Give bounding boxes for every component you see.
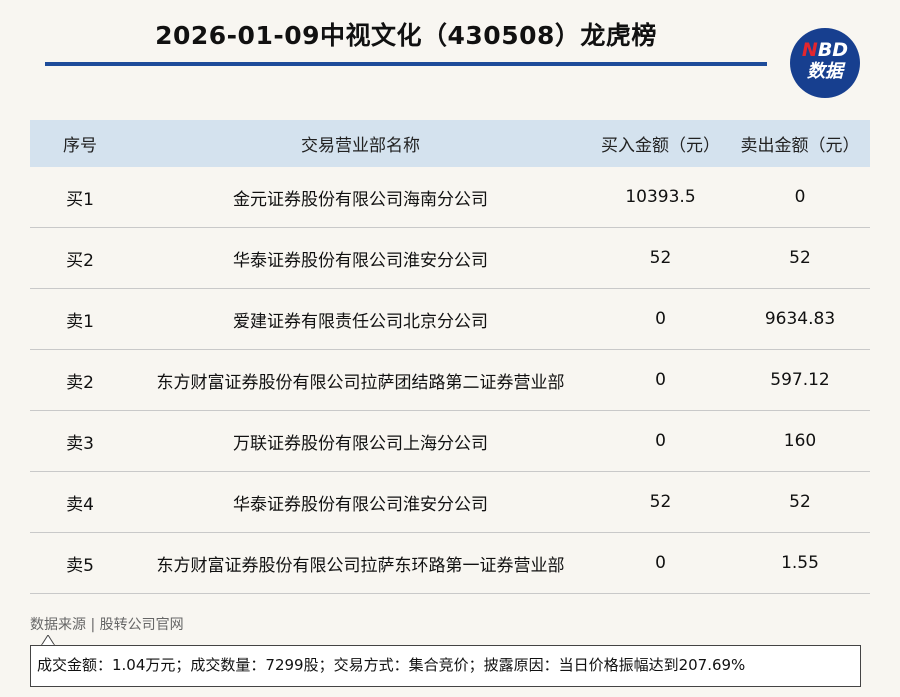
buy-amount: 0: [591, 532, 730, 594]
branch-name: 金元证券股份有限公司海南分公司: [130, 167, 591, 228]
table-row: 卖4 华泰证券股份有限公司淮安分公司 52 52: [30, 471, 870, 533]
table-row: 卖2 东方财富证券股份有限公司拉萨团结路第二证券营业部 0 597.12: [30, 349, 870, 411]
header-index: 序号: [30, 120, 130, 167]
row-index: 卖1: [30, 288, 130, 350]
branch-name: 东方财富证券股份有限公司拉萨团结路第二证券营业部: [130, 349, 591, 411]
sell-amount: 0: [730, 167, 870, 228]
buy-amount: 0: [591, 349, 730, 411]
branch-name: 华泰证券股份有限公司淮安分公司: [130, 471, 591, 533]
row-index: 卖2: [30, 349, 130, 411]
buy-amount: 10393.5: [591, 167, 730, 228]
sell-amount: 52: [730, 471, 870, 533]
title-underline: [45, 62, 767, 66]
logo-bd: BD: [817, 39, 849, 61]
row-index: 卖3: [30, 410, 130, 472]
buy-amount: 0: [591, 288, 730, 350]
row-index: 买1: [30, 167, 130, 228]
buy-amount: 0: [591, 410, 730, 472]
header-buy-amount: 买入金额（元）: [591, 120, 730, 167]
sell-amount: 1.55: [730, 532, 870, 594]
table-row: 卖1 爱建证券有限责任公司北京分公司 0 9634.83: [30, 288, 870, 350]
row-index: 卖4: [30, 471, 130, 533]
table-row: 买1 金元证券股份有限公司海南分公司 10393.5 0: [30, 167, 870, 228]
sell-amount: 597.12: [730, 349, 870, 411]
buy-amount: 52: [591, 227, 730, 289]
sell-amount: 9634.83: [730, 288, 870, 350]
row-index: 买2: [30, 227, 130, 289]
table-body: 买1 金元证券股份有限公司海南分公司 10393.5 0 买2 华泰证券股份有限公司淮安分…: [30, 167, 870, 594]
logo-n: N: [801, 39, 818, 61]
logo-line2: 数据: [807, 61, 843, 82]
header-branch-name: 交易营业部名称: [130, 120, 591, 167]
sell-amount: 160: [730, 410, 870, 472]
sell-amount: 52: [730, 227, 870, 289]
page-title: 2026-01-09中视文化（430508）龙虎榜: [155, 21, 657, 50]
dragon-tiger-table: 序号 交易营业部名称 买入金额（元） 卖出金额（元） 买1 金元证券股份有限公司海…: [30, 120, 870, 594]
branch-name: 万联证券股份有限公司上海分公司: [130, 410, 591, 472]
table-row: 买2 华泰证券股份有限公司淮安分公司 52 52: [30, 227, 870, 289]
branch-name: 爱建证券有限责任公司北京分公司: [130, 288, 591, 350]
table-row: 卖3 万联证券股份有限公司上海分公司 0 160: [30, 410, 870, 472]
header-sell-amount: 卖出金额（元）: [730, 120, 870, 167]
branch-name: 东方财富证券股份有限公司拉萨东环路第一证券营业部: [130, 532, 591, 594]
data-source: 数据来源 | 股转公司官网: [30, 617, 184, 633]
row-index: 卖5: [30, 532, 130, 594]
nbd-data-logo: NBD 数据: [790, 28, 860, 98]
table-row: 卖5 东方财富证券股份有限公司拉萨东环路第一证券营业部 0 1.55: [30, 532, 870, 594]
branch-name: 华泰证券股份有限公司淮安分公司: [130, 227, 591, 289]
buy-amount: 52: [591, 471, 730, 533]
table-header-row: 序号 交易营业部名称 买入金额（元） 卖出金额（元）: [30, 120, 870, 167]
trade-summary-note: 成交金额：1.04万元；成交数量：7299股；交易方式：集合竞价；披露原因：当日…: [30, 645, 861, 687]
